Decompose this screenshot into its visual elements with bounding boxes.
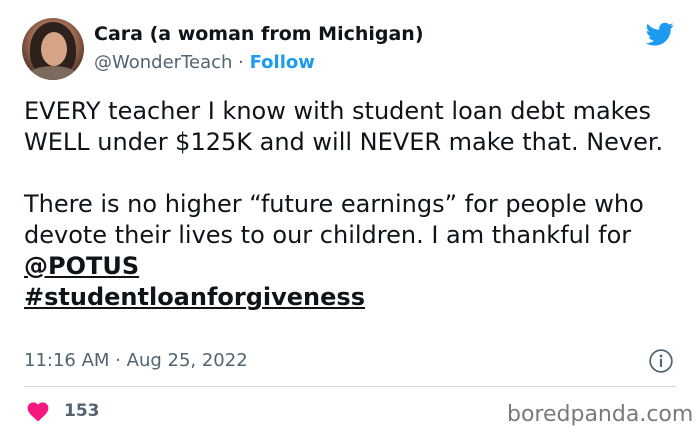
- info-icon[interactable]: [648, 348, 674, 374]
- mention-link[interactable]: @POTUS: [24, 252, 139, 280]
- handle-separator: ·: [232, 52, 250, 73]
- follow-button[interactable]: Follow: [250, 52, 315, 73]
- tweet-text: EVERY teacher I know with student loan d…: [24, 96, 664, 313]
- tweet-timestamp[interactable]: 11:16 AM · Aug 25, 2022: [24, 349, 248, 373]
- tweet-paragraph-1: EVERY teacher I know with student loan d…: [24, 97, 664, 156]
- like-count: 153: [64, 401, 100, 421]
- tweet-paragraph-2-text: There is no higher “future earnings” for…: [24, 190, 644, 249]
- author-display-name[interactable]: Cara (a woman from Michigan): [94, 22, 424, 46]
- tweet-card: Cara (a woman from Michigan) @WonderTeac…: [0, 0, 700, 441]
- avatar[interactable]: [22, 18, 84, 80]
- tweet-time: 11:16 AM: [24, 350, 110, 371]
- divider: [24, 386, 676, 387]
- timestamp-separator: ·: [109, 350, 127, 371]
- tweet-paragraph-2: There is no higher “future earnings” for…: [24, 189, 664, 313]
- tweet-header: Cara (a woman from Michigan) @WonderTeac…: [22, 18, 424, 80]
- twitter-bird-icon[interactable]: [644, 20, 676, 48]
- author-block: Cara (a woman from Michigan) @WonderTeac…: [94, 22, 424, 76]
- like-action[interactable]: 153: [26, 400, 100, 422]
- hashtag-link[interactable]: #studentloanforgiveness: [24, 283, 365, 311]
- heart-icon[interactable]: [26, 400, 50, 422]
- author-handle-line: @WonderTeach · Follow: [94, 50, 424, 76]
- watermark: boredpanda.com: [507, 402, 694, 427]
- author-handle[interactable]: @WonderTeach: [94, 52, 232, 73]
- tweet-date: Aug 25, 2022: [126, 350, 248, 371]
